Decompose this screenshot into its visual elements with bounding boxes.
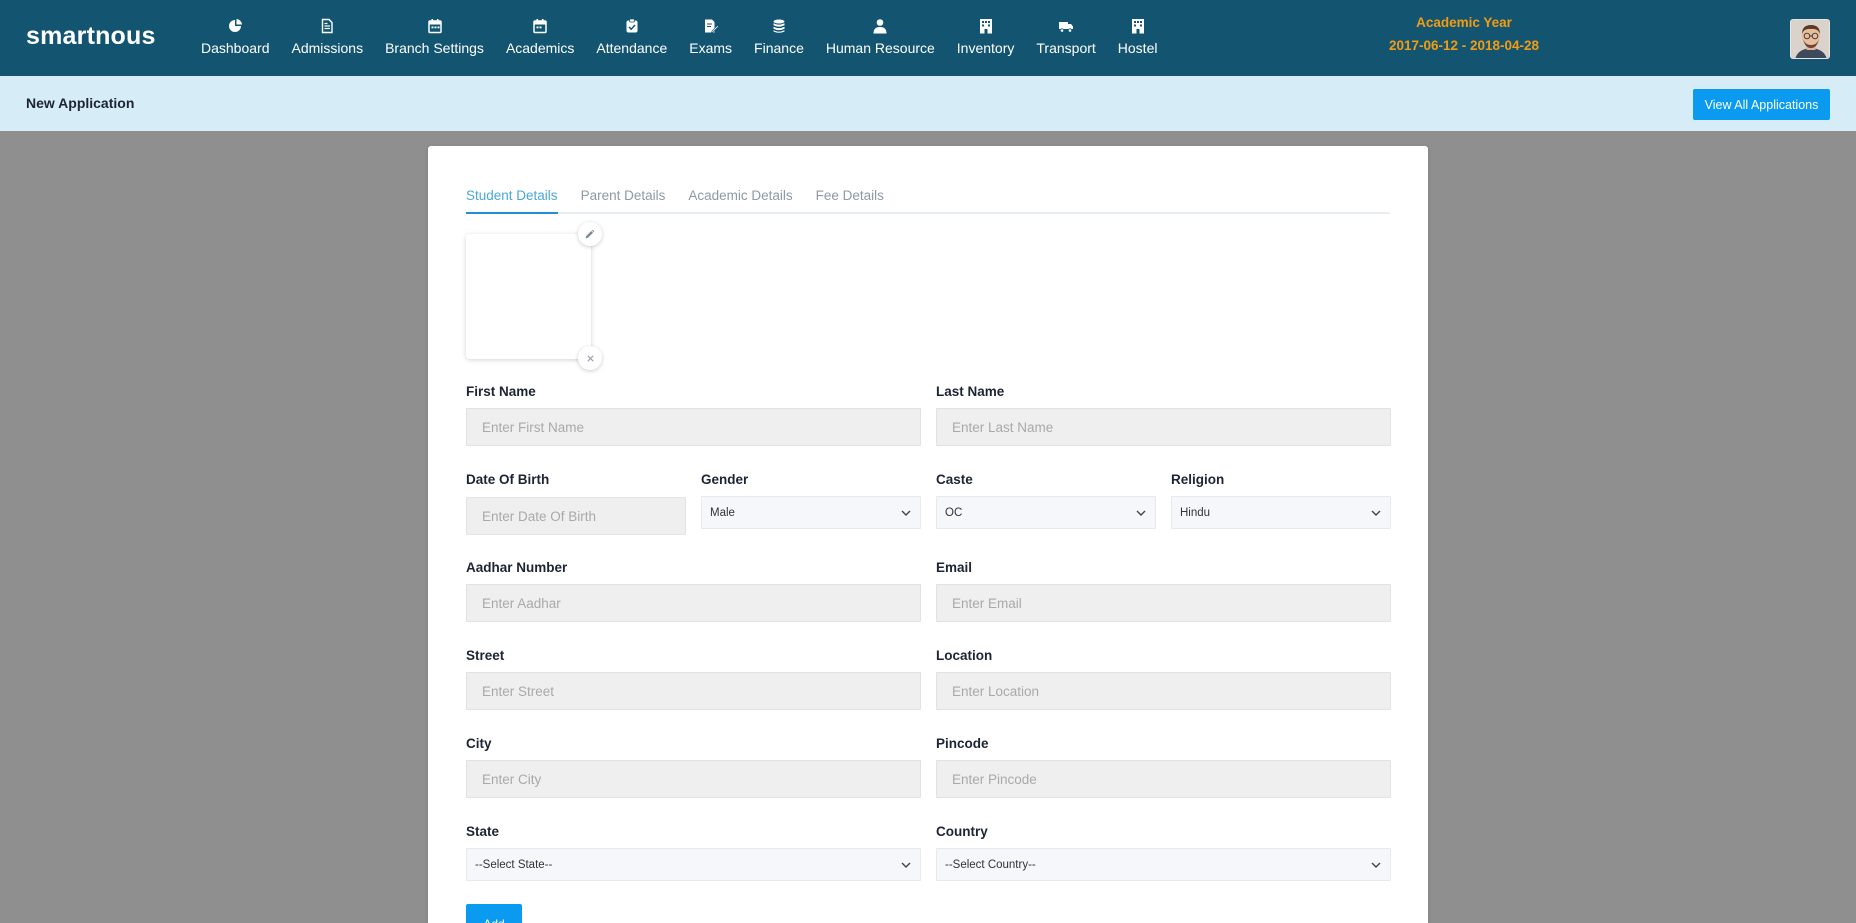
nav-item-exams[interactable]: Exams: [678, 0, 743, 76]
nav-item-human-resource[interactable]: Human Resource: [815, 0, 946, 76]
edit-photo-button[interactable]: [578, 222, 602, 246]
clipboard-check-icon: [626, 18, 638, 33]
pincode-label: Pincode: [936, 736, 989, 751]
coins-icon: [773, 19, 785, 33]
avatar[interactable]: [1790, 19, 1830, 59]
application-form-card: Student Details Parent Details Academic …: [428, 146, 1428, 923]
pencil-icon: [585, 229, 595, 239]
remove-photo-button[interactable]: [578, 346, 602, 370]
caste-label: Caste: [936, 472, 973, 487]
nav-label: Dashboard: [201, 40, 270, 56]
brand-logo[interactable]: smartnous: [26, 22, 156, 51]
nav-label: Hostel: [1117, 40, 1158, 56]
building-icon: [1131, 19, 1144, 34]
street-label: Street: [466, 648, 505, 663]
caste-value: OC: [945, 506, 963, 519]
tab-fee-details[interactable]: Fee Details: [816, 188, 884, 214]
chevron-down-icon: [901, 510, 911, 516]
user-avatar-icon: [1791, 20, 1829, 58]
tab-parent-details[interactable]: Parent Details: [581, 188, 666, 214]
country-select[interactable]: --Select Country--: [936, 848, 1391, 881]
tab-academic-details[interactable]: Academic Details: [688, 188, 792, 214]
top-navbar: smartnous Dashboard Admissions Branch Se…: [0, 0, 1856, 76]
chevron-down-icon: [901, 862, 911, 868]
nav-item-academics[interactable]: Academics: [495, 0, 585, 76]
nav-label: Admissions: [291, 40, 364, 56]
nav-item-branch-settings[interactable]: Branch Settings: [374, 0, 495, 76]
street-input[interactable]: [466, 672, 921, 710]
gender-label: Gender: [701, 472, 749, 487]
dob-input[interactable]: [466, 497, 686, 535]
view-all-applications-button[interactable]: View All Applications: [1693, 89, 1830, 120]
gender-select[interactable]: Male: [701, 496, 921, 529]
state-select[interactable]: --Select State--: [466, 848, 921, 881]
gender-value: Male: [710, 506, 735, 519]
nav-label: Human Resource: [825, 40, 935, 56]
nav-item-finance[interactable]: Finance: [743, 0, 815, 76]
tab-student-details[interactable]: Student Details: [466, 188, 558, 214]
country-value: --Select Country--: [945, 858, 1036, 871]
form-tabs: Student Details Parent Details Academic …: [466, 188, 1390, 214]
nav-label: Finance: [754, 40, 804, 56]
last-name-input[interactable]: [936, 408, 1391, 446]
last-name-label: Last Name: [936, 384, 1005, 399]
caste-select[interactable]: OC: [936, 496, 1156, 529]
nav-label: Transport: [1036, 40, 1096, 56]
main-nav: Dashboard Admissions Branch Settings Aca…: [190, 0, 1168, 76]
edit-document-icon: [704, 19, 719, 33]
subheader: New Application: [0, 76, 1856, 131]
nav-item-transport[interactable]: Transport: [1025, 0, 1106, 76]
nav-label: Exams: [689, 40, 733, 56]
email-label: Email: [936, 560, 973, 575]
state-value: --Select State--: [475, 858, 553, 871]
nav-item-dashboard[interactable]: Dashboard: [190, 0, 281, 76]
calendar-icon: [427, 19, 442, 34]
country-label: Country: [936, 824, 988, 839]
first-name-label: First Name: [466, 384, 536, 399]
add-button[interactable]: Add: [466, 904, 522, 923]
aadhar-label: Aadhar Number: [466, 560, 568, 575]
nav-label: Inventory: [956, 40, 1015, 56]
pincode-input[interactable]: [936, 760, 1391, 798]
email-input[interactable]: [936, 584, 1391, 622]
close-icon: [586, 354, 594, 362]
nav-item-admissions[interactable]: Admissions: [281, 0, 375, 76]
academic-year: Academic Year 2017-06-12 - 2018-04-28: [1370, 11, 1558, 57]
truck-icon: [1059, 22, 1074, 33]
academic-year-label: Academic Year: [1416, 15, 1512, 30]
nav-item-hostel[interactable]: Hostel: [1107, 0, 1169, 76]
page-title: New Application: [26, 95, 135, 111]
dob-label: Date Of Birth: [466, 472, 550, 487]
nav-label: Attendance: [596, 40, 668, 56]
aadhar-input[interactable]: [466, 584, 921, 622]
city-label: City: [466, 736, 492, 751]
religion-select[interactable]: Hindu: [1171, 496, 1391, 529]
religion-value: Hindu: [1180, 506, 1211, 519]
nav-label: Academics: [505, 40, 575, 56]
academic-year-range[interactable]: 2017-06-12 - 2018-04-28: [1370, 34, 1558, 57]
state-label: State: [466, 824, 500, 839]
city-input[interactable]: [466, 760, 921, 798]
photo-upload-box[interactable]: [466, 234, 591, 359]
chevron-down-icon: [1371, 862, 1381, 868]
nav-label: Branch Settings: [385, 40, 484, 56]
calendar-icon: [533, 19, 547, 34]
chevron-down-icon: [1136, 510, 1146, 516]
nav-item-attendance[interactable]: Attendance: [585, 0, 678, 76]
location-label: Location: [936, 648, 993, 663]
nav-item-inventory[interactable]: Inventory: [946, 0, 1026, 76]
religion-label: Religion: [1171, 472, 1225, 487]
first-name-input[interactable]: [466, 408, 921, 446]
chevron-down-icon: [1371, 510, 1381, 516]
document-icon: [322, 18, 333, 34]
user-icon: [873, 19, 887, 34]
pie-chart-icon: [229, 19, 243, 32]
building-icon: [979, 19, 992, 34]
location-input[interactable]: [936, 672, 1391, 710]
